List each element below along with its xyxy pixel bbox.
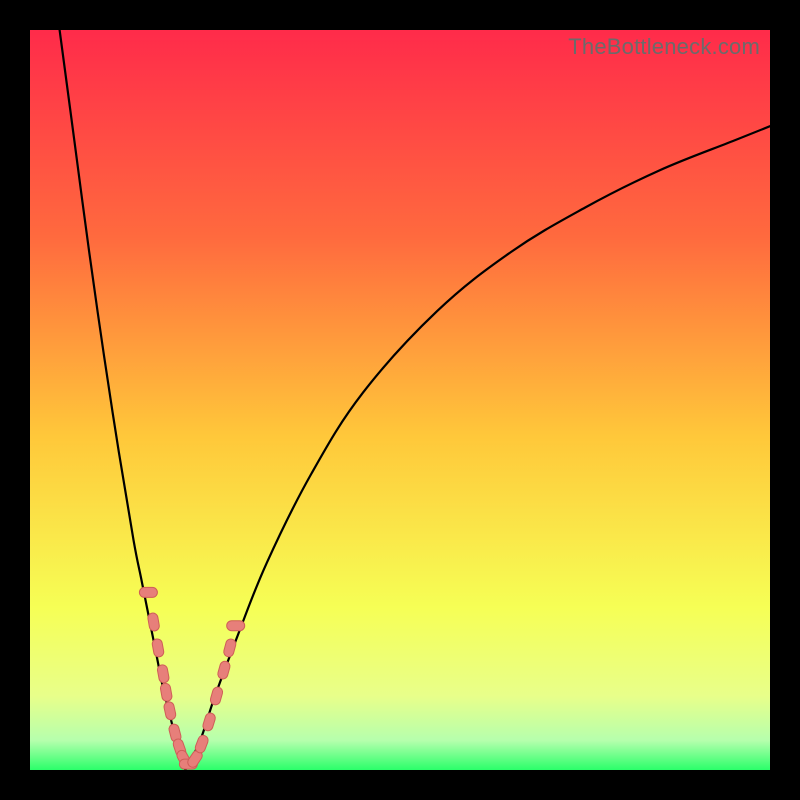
data-marker <box>160 683 173 702</box>
curve-layer <box>60 30 770 770</box>
data-marker <box>227 621 245 631</box>
data-marker <box>151 638 164 658</box>
data-marker <box>223 638 237 658</box>
plot-area: TheBottleneck.com <box>30 30 770 770</box>
data-marker <box>209 686 224 706</box>
data-marker <box>157 664 170 684</box>
curve-left-branch <box>60 30 186 770</box>
marker-layer <box>139 587 244 769</box>
data-marker <box>139 587 157 597</box>
watermark-text: TheBottleneck.com <box>568 34 760 60</box>
data-marker <box>217 660 231 680</box>
data-marker <box>202 712 217 732</box>
chart-svg <box>30 30 770 770</box>
curve-right-branch <box>185 126 770 770</box>
data-marker <box>147 612 160 631</box>
data-marker <box>163 701 177 721</box>
data-marker <box>194 734 210 754</box>
outer-frame: TheBottleneck.com <box>0 0 800 800</box>
